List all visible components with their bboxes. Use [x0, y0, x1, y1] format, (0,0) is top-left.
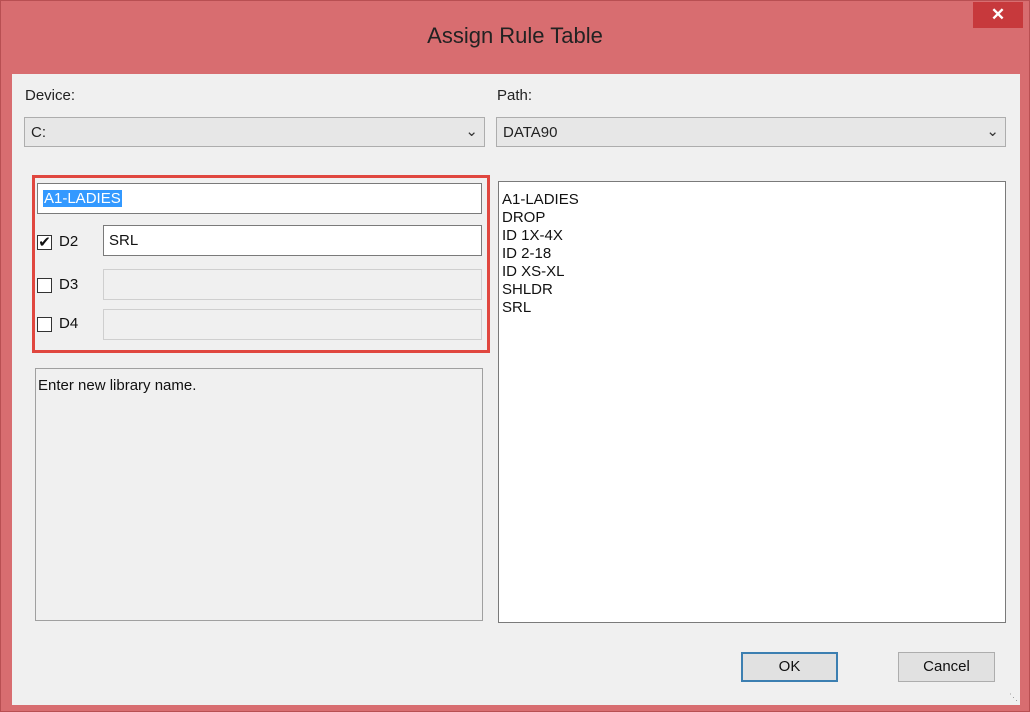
list-item[interactable]: ID 1X-4X	[499, 227, 579, 245]
title-bar[interactable]: Assign Rule Table ✕	[1, 1, 1029, 74]
d4-label: D4	[59, 315, 79, 332]
library-listbox[interactable]: A1-LADIES DROP ID 1X-4X ID 2-18 ID XS-XL…	[498, 181, 1006, 623]
library-name-value: A1-LADIES	[43, 190, 122, 207]
chevron-down-icon: ⌄	[986, 123, 999, 140]
d2-rule-input[interactable]: SRL	[103, 225, 482, 256]
d4-rule-input[interactable]	[103, 309, 482, 340]
ok-button[interactable]: OK	[741, 652, 838, 682]
library-name-input[interactable]: A1-LADIES	[37, 183, 482, 214]
chevron-down-icon: ⌄	[465, 123, 478, 140]
dialog-title: Assign Rule Table	[427, 23, 603, 48]
dialog-window: Assign Rule Table ✕ Device: C: ⌄ Path: D…	[0, 0, 1030, 712]
close-icon: ✕	[990, 5, 1006, 24]
list-item[interactable]: A1-LADIES	[499, 191, 579, 209]
d2-checkbox[interactable]: ✔	[37, 235, 52, 250]
d3-rule-input[interactable]	[103, 269, 482, 300]
device-label: Device:	[25, 87, 76, 104]
d2-label: D2	[59, 233, 79, 250]
d3-checkbox[interactable]	[37, 278, 52, 293]
d4-checkbox[interactable]	[37, 317, 52, 332]
checkmark-icon: ✔	[38, 234, 51, 251]
status-panel: Enter new library name.	[35, 368, 483, 621]
path-value: DATA90	[503, 124, 558, 141]
list-item[interactable]: ID 2-18	[499, 245, 579, 263]
device-value: C:	[31, 124, 46, 141]
d3-label: D3	[59, 276, 79, 293]
list-item[interactable]: DROP	[499, 209, 579, 227]
list-item[interactable]: SHLDR	[499, 281, 579, 299]
device-dropdown[interactable]: C: ⌄	[24, 117, 485, 147]
status-text: Enter new library name.	[38, 377, 197, 394]
path-label: Path:	[497, 87, 533, 104]
cancel-button[interactable]: Cancel	[898, 652, 995, 682]
path-dropdown[interactable]: DATA90 ⌄	[496, 117, 1006, 147]
list-item[interactable]: ID XS-XL	[499, 263, 579, 281]
close-button[interactable]: ✕	[973, 2, 1023, 28]
d2-rule-value: SRL	[109, 232, 139, 249]
list-item[interactable]: SRL	[499, 299, 579, 317]
resize-grip-icon[interactable]: ⋱	[1009, 692, 1018, 703]
dialog-client: Device: C: ⌄ Path: DATA90 ⌄ A1-LADIES ✔ …	[12, 74, 1020, 705]
